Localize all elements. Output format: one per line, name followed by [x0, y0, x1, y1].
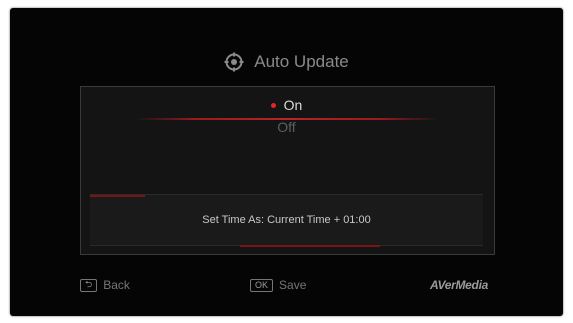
page-title: Auto Update	[10, 48, 563, 76]
save-label: Save	[279, 278, 307, 292]
option-on-label: On	[283, 97, 303, 113]
option-off[interactable]: Off	[10, 116, 563, 138]
option-on[interactable]: On	[10, 94, 563, 116]
back-key-icon: ⮌	[80, 278, 98, 292]
tv-screen: Auto Update On Off Set Time As: Current …	[10, 8, 563, 316]
set-time-text: Set Time As: Current Time + 01:00	[202, 214, 371, 226]
info-box: Set Time As: Current Time + 01:00	[90, 194, 483, 247]
option-off-label: Off	[277, 119, 296, 135]
ok-key-icon: OK	[250, 278, 274, 292]
save-button[interactable]: OK Save	[250, 275, 306, 295]
page-title-label: Auto Update	[254, 52, 349, 71]
back-button[interactable]: ⮌ Back	[80, 275, 130, 295]
auto-update-icon	[224, 52, 244, 72]
brand-logo: AVerMedia	[430, 278, 488, 292]
selected-indicator-icon	[270, 102, 276, 108]
info-accent-line-bottom	[240, 245, 380, 247]
back-label: Back	[103, 278, 130, 292]
